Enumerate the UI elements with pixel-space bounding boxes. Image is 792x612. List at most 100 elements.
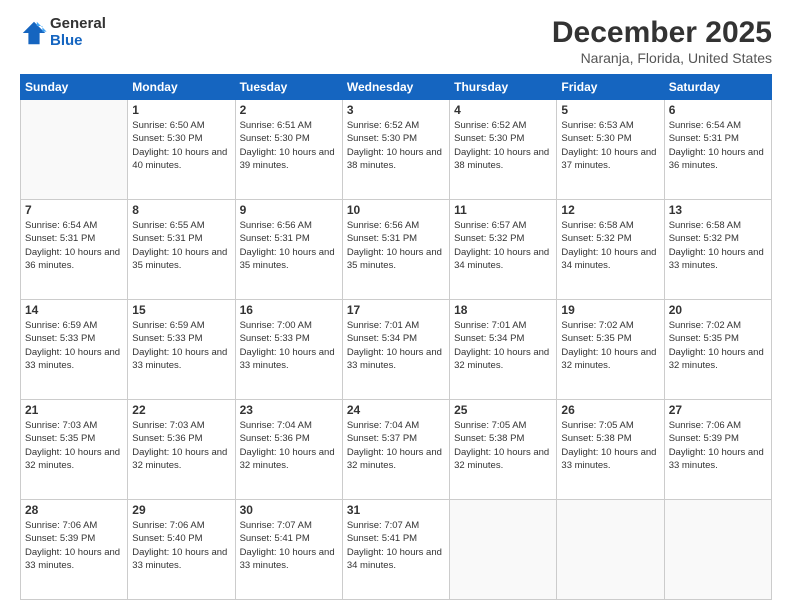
- day-detail: Sunrise: 7:00 AM Sunset: 5:33 PM Dayligh…: [240, 319, 338, 372]
- calendar-cell-w1-d4: 11 Sunrise: 6:57 AM Sunset: 5:32 PM Dayl…: [450, 200, 557, 300]
- daylight-text: Daylight: 10 hours and 35 minutes.: [240, 246, 338, 273]
- calendar-cell-w3-d4: 25 Sunrise: 7:05 AM Sunset: 5:38 PM Dayl…: [450, 400, 557, 500]
- sunset-text: Sunset: 5:35 PM: [669, 332, 767, 345]
- day-detail: Sunrise: 6:53 AM Sunset: 5:30 PM Dayligh…: [561, 119, 659, 172]
- sunrise-text: Sunrise: 6:58 AM: [561, 219, 659, 232]
- weekday-header-friday: Friday: [557, 75, 664, 100]
- sunset-text: Sunset: 5:35 PM: [25, 432, 123, 445]
- sunset-text: Sunset: 5:30 PM: [454, 132, 552, 145]
- sunset-text: Sunset: 5:32 PM: [669, 232, 767, 245]
- calendar-cell-w4-d4: [450, 500, 557, 600]
- daylight-text: Daylight: 10 hours and 34 minutes.: [454, 246, 552, 273]
- sunset-text: Sunset: 5:30 PM: [132, 132, 230, 145]
- day-number: 22: [132, 403, 230, 417]
- sunrise-text: Sunrise: 7:04 AM: [240, 419, 338, 432]
- day-number: 29: [132, 503, 230, 517]
- day-detail: Sunrise: 7:03 AM Sunset: 5:36 PM Dayligh…: [132, 419, 230, 472]
- day-number: 17: [347, 303, 445, 317]
- sunrise-text: Sunrise: 6:52 AM: [347, 119, 445, 132]
- sunset-text: Sunset: 5:41 PM: [240, 532, 338, 545]
- day-detail: Sunrise: 6:56 AM Sunset: 5:31 PM Dayligh…: [240, 219, 338, 272]
- weekday-header-saturday: Saturday: [664, 75, 771, 100]
- sunrise-text: Sunrise: 6:54 AM: [25, 219, 123, 232]
- day-detail: Sunrise: 6:50 AM Sunset: 5:30 PM Dayligh…: [132, 119, 230, 172]
- day-detail: Sunrise: 7:03 AM Sunset: 5:35 PM Dayligh…: [25, 419, 123, 472]
- daylight-text: Daylight: 10 hours and 32 minutes.: [347, 446, 445, 473]
- sunset-text: Sunset: 5:36 PM: [240, 432, 338, 445]
- daylight-text: Daylight: 10 hours and 32 minutes.: [132, 446, 230, 473]
- sunrise-text: Sunrise: 6:53 AM: [561, 119, 659, 132]
- day-number: 28: [25, 503, 123, 517]
- day-detail: Sunrise: 7:01 AM Sunset: 5:34 PM Dayligh…: [454, 319, 552, 372]
- daylight-text: Daylight: 10 hours and 35 minutes.: [132, 246, 230, 273]
- calendar-cell-w4-d3: 31 Sunrise: 7:07 AM Sunset: 5:41 PM Dayl…: [342, 500, 449, 600]
- sunrise-text: Sunrise: 7:07 AM: [347, 519, 445, 532]
- day-detail: Sunrise: 7:01 AM Sunset: 5:34 PM Dayligh…: [347, 319, 445, 372]
- day-detail: Sunrise: 7:05 AM Sunset: 5:38 PM Dayligh…: [561, 419, 659, 472]
- day-detail: Sunrise: 6:58 AM Sunset: 5:32 PM Dayligh…: [669, 219, 767, 272]
- sunset-text: Sunset: 5:31 PM: [669, 132, 767, 145]
- calendar-cell-w4-d2: 30 Sunrise: 7:07 AM Sunset: 5:41 PM Dayl…: [235, 500, 342, 600]
- day-number: 19: [561, 303, 659, 317]
- calendar-cell-w4-d1: 29 Sunrise: 7:06 AM Sunset: 5:40 PM Dayl…: [128, 500, 235, 600]
- logo-general-text: General: [50, 16, 106, 33]
- calendar-cell-w2-d0: 14 Sunrise: 6:59 AM Sunset: 5:33 PM Dayl…: [21, 300, 128, 400]
- week-row-3: 21 Sunrise: 7:03 AM Sunset: 5:35 PM Dayl…: [21, 400, 772, 500]
- day-detail: Sunrise: 6:59 AM Sunset: 5:33 PM Dayligh…: [132, 319, 230, 372]
- daylight-text: Daylight: 10 hours and 33 minutes.: [669, 446, 767, 473]
- sunset-text: Sunset: 5:32 PM: [561, 232, 659, 245]
- day-number: 18: [454, 303, 552, 317]
- daylight-text: Daylight: 10 hours and 33 minutes.: [561, 446, 659, 473]
- sunset-text: Sunset: 5:30 PM: [240, 132, 338, 145]
- day-number: 8: [132, 203, 230, 217]
- day-number: 4: [454, 103, 552, 117]
- daylight-text: Daylight: 10 hours and 33 minutes.: [132, 546, 230, 573]
- calendar-cell-w1-d0: 7 Sunrise: 6:54 AM Sunset: 5:31 PM Dayli…: [21, 200, 128, 300]
- sunrise-text: Sunrise: 7:02 AM: [669, 319, 767, 332]
- daylight-text: Daylight: 10 hours and 33 minutes.: [132, 346, 230, 373]
- sunset-text: Sunset: 5:31 PM: [347, 232, 445, 245]
- sunrise-text: Sunrise: 7:06 AM: [669, 419, 767, 432]
- logo-icon: [20, 19, 48, 47]
- calendar-cell-w0-d3: 3 Sunrise: 6:52 AM Sunset: 5:30 PM Dayli…: [342, 100, 449, 200]
- page: General Blue December 2025 Naranja, Flor…: [0, 0, 792, 612]
- day-number: 6: [669, 103, 767, 117]
- day-detail: Sunrise: 7:02 AM Sunset: 5:35 PM Dayligh…: [561, 319, 659, 372]
- sunrise-text: Sunrise: 7:02 AM: [561, 319, 659, 332]
- sunset-text: Sunset: 5:37 PM: [347, 432, 445, 445]
- week-row-4: 28 Sunrise: 7:06 AM Sunset: 5:39 PM Dayl…: [21, 500, 772, 600]
- sunrise-text: Sunrise: 6:59 AM: [132, 319, 230, 332]
- logo-text: General Blue: [50, 16, 106, 49]
- day-number: 5: [561, 103, 659, 117]
- sunset-text: Sunset: 5:33 PM: [25, 332, 123, 345]
- sunrise-text: Sunrise: 7:07 AM: [240, 519, 338, 532]
- sunset-text: Sunset: 5:32 PM: [454, 232, 552, 245]
- daylight-text: Daylight: 10 hours and 32 minutes.: [240, 446, 338, 473]
- sunrise-text: Sunrise: 6:52 AM: [454, 119, 552, 132]
- day-number: 2: [240, 103, 338, 117]
- calendar-cell-w3-d0: 21 Sunrise: 7:03 AM Sunset: 5:35 PM Dayl…: [21, 400, 128, 500]
- sunrise-text: Sunrise: 7:01 AM: [347, 319, 445, 332]
- day-detail: Sunrise: 7:04 AM Sunset: 5:37 PM Dayligh…: [347, 419, 445, 472]
- daylight-text: Daylight: 10 hours and 33 minutes.: [347, 346, 445, 373]
- sunrise-text: Sunrise: 7:06 AM: [25, 519, 123, 532]
- sunrise-text: Sunrise: 6:58 AM: [669, 219, 767, 232]
- calendar-subtitle: Naranja, Florida, United States: [552, 50, 772, 66]
- sunrise-text: Sunrise: 7:06 AM: [132, 519, 230, 532]
- weekday-header-monday: Monday: [128, 75, 235, 100]
- daylight-text: Daylight: 10 hours and 36 minutes.: [25, 246, 123, 273]
- daylight-text: Daylight: 10 hours and 32 minutes.: [25, 446, 123, 473]
- daylight-text: Daylight: 10 hours and 33 minutes.: [25, 546, 123, 573]
- calendar-cell-w2-d2: 16 Sunrise: 7:00 AM Sunset: 5:33 PM Dayl…: [235, 300, 342, 400]
- day-number: 21: [25, 403, 123, 417]
- day-detail: Sunrise: 6:58 AM Sunset: 5:32 PM Dayligh…: [561, 219, 659, 272]
- week-row-2: 14 Sunrise: 6:59 AM Sunset: 5:33 PM Dayl…: [21, 300, 772, 400]
- weekday-header-thursday: Thursday: [450, 75, 557, 100]
- day-number: 7: [25, 203, 123, 217]
- day-number: 12: [561, 203, 659, 217]
- calendar-cell-w0-d1: 1 Sunrise: 6:50 AM Sunset: 5:30 PM Dayli…: [128, 100, 235, 200]
- sunset-text: Sunset: 5:36 PM: [132, 432, 230, 445]
- calendar-cell-w4-d6: [664, 500, 771, 600]
- title-block: December 2025 Naranja, Florida, United S…: [552, 16, 772, 66]
- sunrise-text: Sunrise: 6:59 AM: [25, 319, 123, 332]
